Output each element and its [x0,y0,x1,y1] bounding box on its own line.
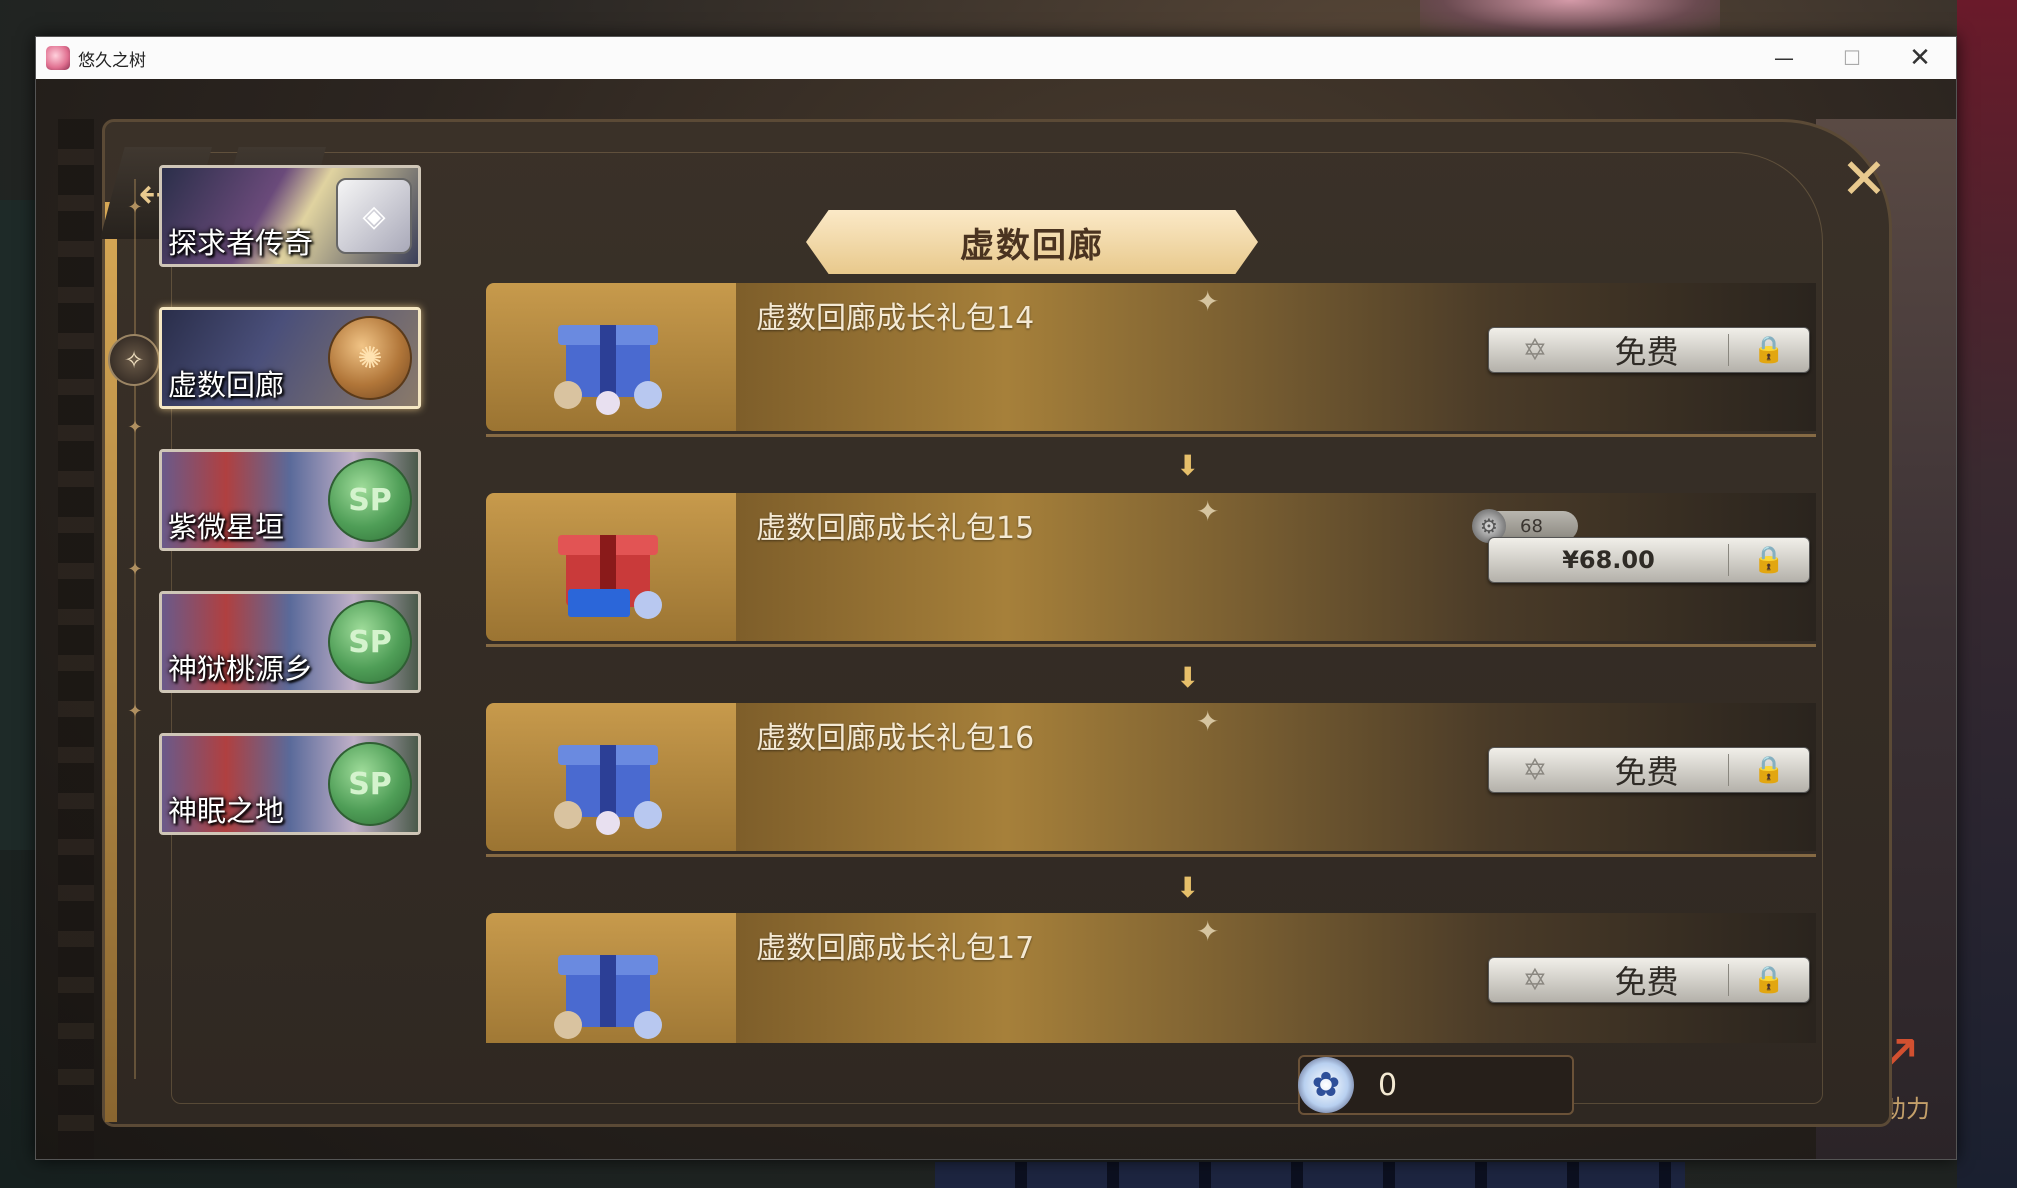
pack-row: 虚数回廊成长礼包14 ✦ ✡ 免费 🔒 [486,283,1816,437]
panel-gold-edge [105,202,117,1122]
sidebar-item-seeker-legend[interactable]: ◈ 探求者传奇 [159,165,421,267]
pack-row: 虚数回廊成长礼包17 ✦ ✡ 免费 🔒 [486,913,1816,1043]
background-decoration [1420,0,1720,36]
purchase-button[interactable]: ¥68.00 🔒 [1488,537,1810,583]
sidebar-item-label: 探求者传奇 [168,226,314,260]
film-strip-decoration [58,119,94,1159]
pack-name: 虚数回廊成长礼包15 [756,511,1035,546]
pack-card [486,703,739,851]
sp-coin-icon: SP [328,600,412,684]
minimize-button[interactable]: — [1750,37,1818,79]
hexagram-icon: ✡ [1522,332,1548,368]
claim-button[interactable]: ✡ 免费 🔒 [1488,327,1810,373]
purchase-button-label: ¥68.00 [1562,546,1655,574]
pack-name: 虚数回廊成长礼包14 [756,301,1035,336]
rail-star-icon: ✦ [127,701,143,722]
title-bar[interactable]: 悠久之树 — ☐ ✕ [36,37,1956,79]
sp-coin-icon: SP [328,742,412,826]
lock-icon: 🔒 [1752,545,1786,575]
rail-star-icon: ✦ [127,559,143,580]
claim-button-label: 免费 [1614,753,1679,791]
active-indicator-icon: ✧ [108,334,160,386]
gift-box-icon [554,745,662,835]
claim-button-label: 免费 [1614,333,1679,371]
star-flower-icon: ✿ [1298,1057,1354,1113]
sidebar-rail [134,179,136,1079]
sidebar-item-imaginary-corridor[interactable]: ✺ 虚数回廊 [159,307,421,409]
sidebar-item-label: 神狱桃源乡 [168,652,314,686]
sidebar-item-label: 虚数回廊 [168,368,285,402]
background-left-strip [0,200,36,850]
pack-name: 虚数回廊成长礼包16 [756,721,1035,756]
lock-icon: 🔒 [1752,965,1786,995]
star-icon: ✦ [1196,495,1220,528]
rail-star-icon: ✦ [127,197,143,218]
gift-box-icon [554,325,662,415]
gift-box-icon [554,955,662,1039]
sidebar-item-label: 紫微星垣 [168,510,285,544]
chevron-down-icon: ⬇ [1176,449,1200,482]
pack-card [486,283,739,431]
window-title: 悠久之树 [78,50,146,71]
page-title: 虚数回廊 [806,210,1258,274]
price-tag-value: 68 [1520,515,1543,537]
close-panel-button[interactable]: ✕ [1834,146,1894,212]
star-icon: ✦ [1196,915,1220,948]
claim-button[interactable]: ✡ 免费 🔒 [1488,957,1810,1003]
lock-icon: 🔒 [1752,755,1786,785]
row-divider [486,644,1816,647]
rail-star-icon: ✦ [127,417,143,438]
gift-box-icon [558,535,662,619]
sidebar-item-label: 神眠之地 [168,794,285,828]
pack-row: 虚数回廊成长礼包15 ✦ ⚙ 68 ¥68.00 🔒 [486,493,1816,647]
close-window-button[interactable]: ✕ [1886,37,1954,79]
star-icon: ✦ [1196,285,1220,318]
chevron-down-icon: ⬇ [1176,661,1200,694]
lock-icon: 🔒 [1752,335,1786,365]
pack-name: 虚数回廊成长礼包17 [756,931,1035,966]
currency-value: 0 [1378,1067,1398,1103]
sidebar-item-ziwei-star[interactable]: SP 紫微星垣 [159,449,421,551]
pack-card [486,913,739,1043]
sidebar-item-shenmian[interactable]: SP 神眠之地 [159,733,421,835]
pack-card [486,493,739,641]
claim-button-label: 免费 [1614,963,1679,1001]
bronze-coin-icon: ✺ [328,316,412,400]
close-x-icon: ✕ [1840,146,1888,212]
row-divider [486,854,1816,857]
sidebar-item-shenyu-taoyuan[interactable]: SP 神狱桃源乡 [159,591,421,693]
pack-row: 虚数回廊成长礼包16 ✦ ✡ 免费 🔒 [486,703,1816,857]
game-area: ↗ 成长助力 ⇠ ⌂ ✕ ✦ ✧ ✦ ✦ ✦ ◈ 探求者传奇 ✺ 虚数回廊 SP [36,79,1956,1159]
crystal-icon: ◈ [336,178,412,254]
claim-button[interactable]: ✡ 免费 🔒 [1488,747,1810,793]
hexagram-icon: ✡ [1522,962,1548,998]
star-icon: ✦ [1196,705,1220,738]
sp-coin-icon: SP [328,458,412,542]
background-bottom-strip [935,1162,1685,1188]
hexagram-icon: ✡ [1522,752,1548,788]
game-window: 悠久之树 — ☐ ✕ ↗ 成长助力 ⇠ ⌂ ✕ ✦ ✧ ✦ ✦ ✦ ◈ 探求者传… [35,36,1957,1160]
row-divider [486,434,1816,437]
background-right-glow [1957,0,2017,1188]
maximize-button[interactable]: ☐ [1818,37,1886,79]
currency-display: ✿ 0 [1298,1055,1574,1115]
app-icon [46,46,70,70]
chevron-down-icon: ⬇ [1176,871,1200,904]
